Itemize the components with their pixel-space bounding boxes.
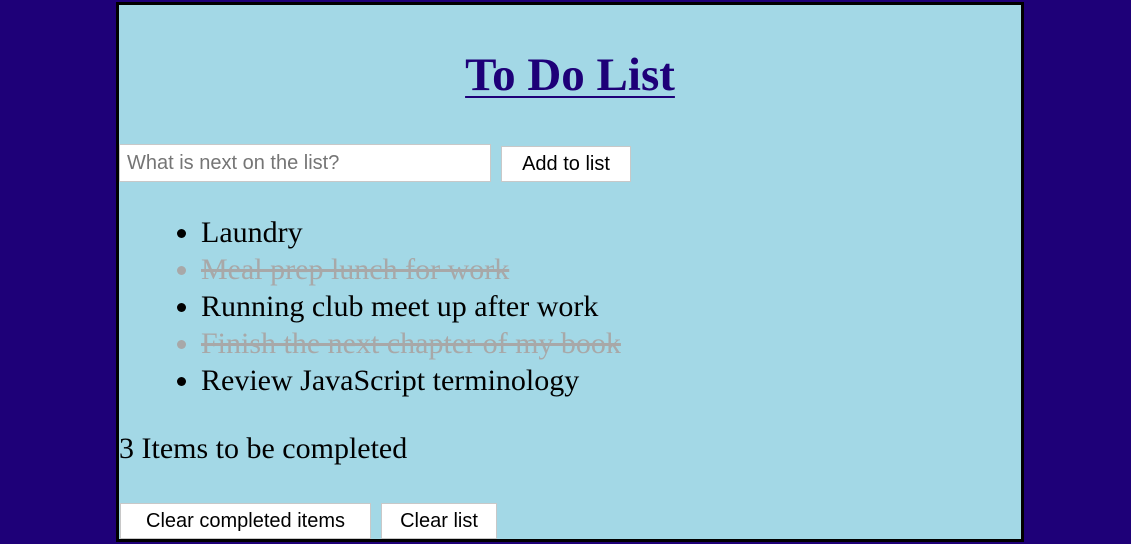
new-item-input[interactable] — [119, 144, 491, 182]
todo-item[interactable]: Finish the next chapter of my book — [201, 325, 621, 362]
clear-list-button[interactable]: Clear list — [381, 503, 497, 539]
todo-item[interactable]: Laundry — [201, 214, 621, 251]
todo-app-panel: To Do List Add to list Laundry Meal prep… — [116, 2, 1024, 542]
todo-item[interactable]: Running club meet up after work — [201, 288, 621, 325]
clear-completed-button[interactable]: Clear completed items — [120, 503, 371, 539]
remaining-count-text: 3 Items to be completed — [119, 432, 408, 465]
add-to-list-button[interactable]: Add to list — [501, 146, 631, 182]
todo-list: Laundry Meal prep lunch for work Running… — [119, 214, 621, 399]
page-title: To Do List — [465, 49, 675, 101]
todo-item[interactable]: Meal prep lunch for work — [201, 251, 621, 288]
todo-item[interactable]: Review JavaScript terminology — [201, 362, 621, 399]
